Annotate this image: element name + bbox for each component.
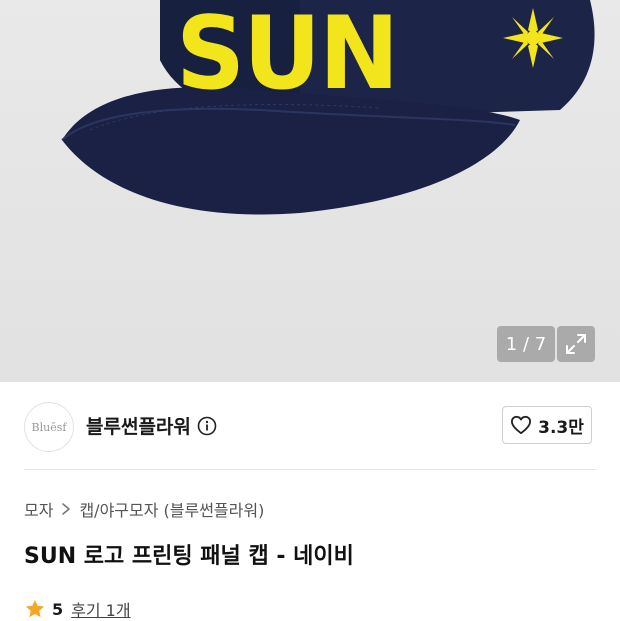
brand-logo[interactable]: Bluēsf [24,402,74,452]
rating-score: 5 [52,599,64,619]
brand-name: 블루썬플라워 [86,416,191,438]
flower-print [503,8,563,68]
expand-button[interactable] [557,326,595,362]
image-counter: 1 / 7 [497,326,555,362]
star-icon [25,599,45,618]
review-link[interactable]: 후기 1개 [71,597,130,621]
divider [24,469,596,470]
product-image-gallery[interactable]: SUN 1 / 7 [0,0,620,382]
product-title: SUN 로고 프린팅 패널 캡 - 네이비 [24,544,354,569]
breadcrumb-item-hats[interactable]: 모자 [24,497,53,521]
chevron-right-icon [62,503,71,515]
breadcrumb: 모자 캡/야구모자 (블루썬플라워) [24,497,264,521]
rating-summary: 5 후기 1개 [24,597,131,621]
like-button[interactable]: 3.3만 [502,406,592,444]
product-photo: SUN [61,0,595,215]
cap-logo-text: SUN [176,0,397,113]
like-count: 3.3만 [538,417,584,438]
brand-name-link[interactable]: 블루썬플라워 [86,412,217,439]
breadcrumb-item-caps[interactable]: 캡/야구모자 (블루썬플라워) [79,497,264,521]
expand-icon [566,334,586,354]
heart-icon [511,415,532,435]
info-icon[interactable] [197,416,217,436]
